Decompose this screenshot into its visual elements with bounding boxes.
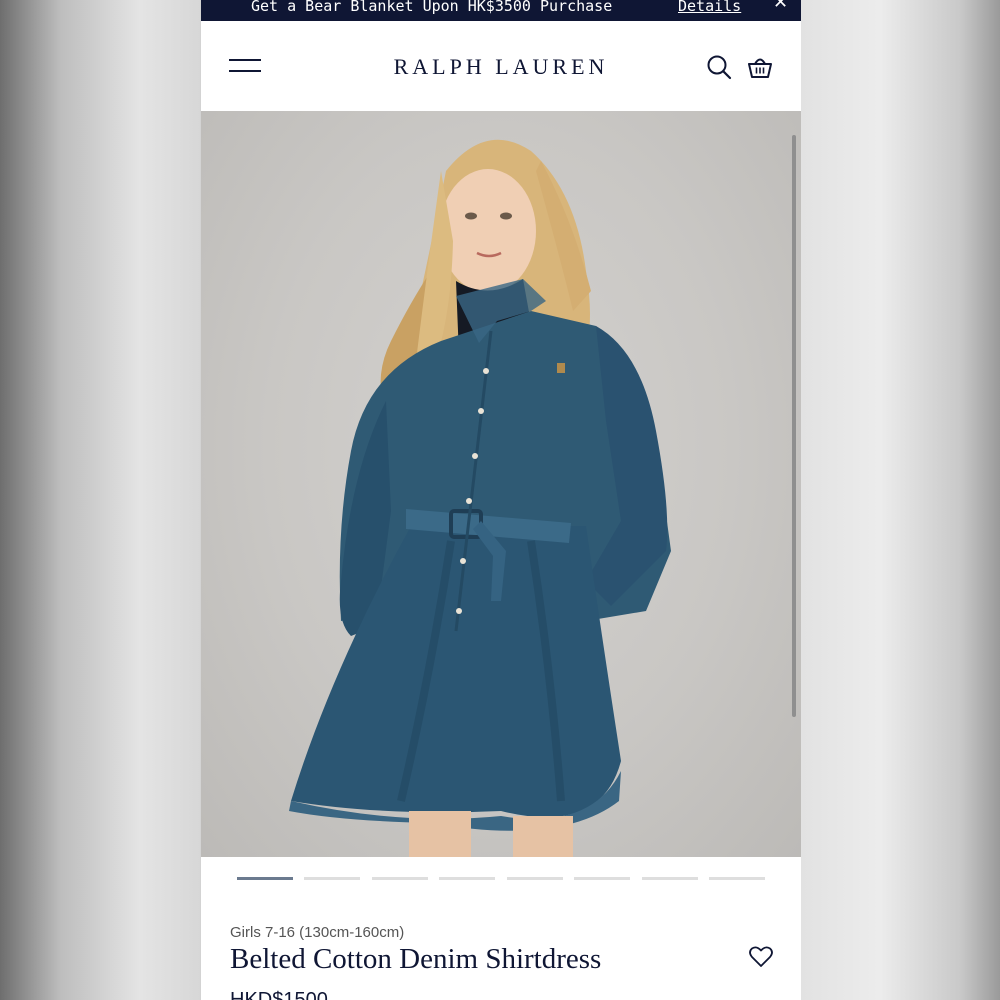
- site-header: RALPH LAUREN: [201, 21, 801, 111]
- gallery-pagination: [237, 877, 767, 880]
- product-price: HKD$1500: [230, 989, 328, 1000]
- product-photo-illustration: [289, 139, 671, 857]
- promo-details-link[interactable]: Details: [678, 0, 741, 14]
- product-title: Belted Cotton Denim Shirtdress: [230, 943, 602, 975]
- close-icon[interactable]: ✕: [773, 0, 788, 12]
- product-category: Girls 7-16 (130cm-160cm): [230, 924, 405, 941]
- search-icon[interactable]: [706, 54, 732, 80]
- page-scrollbar[interactable]: [792, 135, 796, 717]
- promo-message: Get a Bear Blanket Upon HK$3500 Purchase: [251, 0, 613, 15]
- product-image[interactable]: [201, 111, 801, 857]
- gallery-dot-6[interactable]: [574, 877, 630, 880]
- gallery-dot-8[interactable]: [709, 877, 765, 880]
- gallery-dot-4[interactable]: [439, 877, 495, 880]
- gallery-dot-1[interactable]: [237, 877, 293, 880]
- promo-banner: Get a Bear Blanket Upon HK$3500 Purchase…: [201, 0, 801, 21]
- gallery-dot-2[interactable]: [304, 877, 360, 880]
- gallery-dot-7[interactable]: [642, 877, 698, 880]
- shopping-bag-icon[interactable]: [747, 54, 773, 80]
- heart-icon[interactable]: [748, 944, 774, 970]
- mobile-page: Get a Bear Blanket Upon HK$3500 Purchase…: [201, 0, 801, 1000]
- gallery-dot-5[interactable]: [507, 877, 563, 880]
- gallery-dot-3[interactable]: [372, 877, 428, 880]
